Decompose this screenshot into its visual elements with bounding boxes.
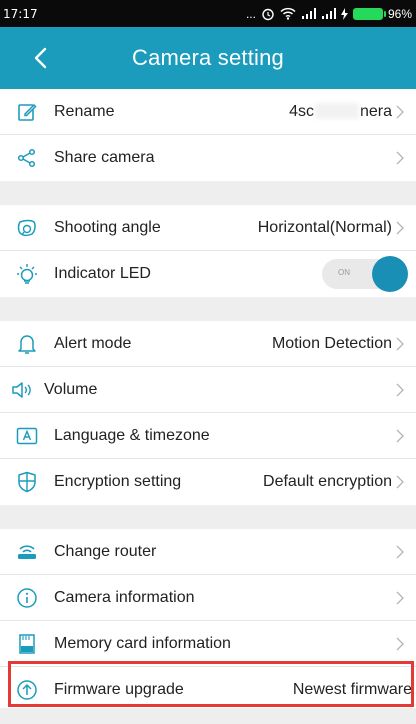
back-button[interactable]: [26, 41, 54, 75]
row-alert-mode[interactable]: Alert mode Motion Detection: [0, 321, 416, 367]
bottom-spacer: [0, 708, 416, 724]
page-title: Camera setting: [132, 45, 284, 70]
row-shooting-angle[interactable]: Shooting angle Horizontal(Normal): [0, 205, 416, 251]
row-value: Motion Detection: [271, 334, 392, 352]
row-label: Camera information: [54, 588, 195, 606]
status-bar: 17:17 ... 96%: [0, 0, 416, 27]
chevron-right-icon: [396, 575, 410, 621]
app-header: Camera setting: [0, 27, 416, 89]
row-encryption-setting[interactable]: Encryption setting Default encryption: [0, 459, 416, 505]
chevron-right-icon: [396, 529, 410, 575]
row-value: Default encryption: [263, 473, 392, 490]
upgrade-icon: [0, 667, 54, 713]
settings-group-basic: Rename 4sc nera Share camera: [0, 89, 416, 181]
chevron-right-icon: [396, 413, 410, 459]
row-label: Rename: [54, 102, 115, 120]
row-label: Share camera: [54, 149, 155, 166]
wifi-icon: [280, 7, 296, 20]
signal-icon-1: [301, 7, 316, 20]
toggle-knob: [372, 256, 408, 292]
row-label: Alert mode: [54, 334, 132, 352]
edit-icon: [0, 89, 54, 135]
info-icon: [0, 575, 54, 621]
toggle-label: ON: [338, 268, 350, 277]
sd-card-icon: [0, 621, 54, 667]
group-divider: [0, 297, 416, 321]
shield-icon: [0, 459, 54, 505]
alarm-icon: [261, 7, 275, 21]
row-memory-card-information[interactable]: Memory card information: [0, 621, 416, 667]
group-divider: [0, 181, 416, 205]
row-value: Newest firmware: [292, 681, 412, 698]
settings-group-device: Change router Camera information Memory …: [0, 529, 416, 713]
speaker-icon: [0, 367, 44, 413]
angle-icon: [0, 205, 54, 251]
battery-icon: [352, 7, 386, 20]
camera-name-value: 4sc nera: [289, 102, 392, 120]
indicator-led-toggle[interactable]: ON: [322, 256, 408, 292]
chevron-right-icon: [396, 135, 410, 181]
chevron-right-icon: [396, 621, 410, 667]
status-icons: ... 96%: [246, 7, 412, 21]
status-dots: ...: [245, 6, 256, 21]
router-icon: [0, 529, 54, 575]
row-rename[interactable]: Rename 4sc nera: [0, 89, 416, 135]
chevron-right-icon: [396, 89, 410, 135]
row-indicator-led: Indicator LED ON: [0, 251, 416, 297]
row-label: Memory card information: [54, 634, 231, 652]
row-camera-information[interactable]: Camera information: [0, 575, 416, 621]
row-label: Language & timezone: [54, 426, 210, 444]
charging-icon: [340, 7, 348, 20]
row-label: Encryption setting: [54, 473, 182, 490]
chevron-right-icon: [396, 367, 410, 413]
settings-list: Rename 4sc nera Share camera Shooting ang…: [0, 89, 416, 713]
row-label: Change router: [54, 542, 157, 560]
row-label: Volume: [44, 380, 98, 398]
row-label: Shooting angle: [54, 218, 161, 236]
status-time: 17:17: [3, 6, 38, 21]
row-share-camera[interactable]: Share camera: [0, 135, 416, 181]
bell-icon: [0, 321, 54, 367]
chevron-right-icon: [396, 321, 410, 367]
row-label: Indicator LED: [54, 265, 151, 282]
settings-group-alerts: Alert mode Motion Detection Volume Langu…: [0, 321, 416, 505]
row-value: Horizontal(Normal): [257, 218, 392, 236]
language-icon: [0, 413, 54, 459]
signal-icon-2: [321, 7, 336, 20]
chevron-left-icon: [34, 47, 47, 69]
row-change-router[interactable]: Change router: [0, 529, 416, 575]
chevron-right-icon: [396, 459, 410, 505]
battery-percent: 96%: [387, 6, 412, 21]
row-firmware-upgrade[interactable]: Firmware upgrade Newest firmware: [0, 667, 416, 713]
row-volume[interactable]: Volume: [0, 367, 416, 413]
row-label: Firmware upgrade: [54, 681, 184, 698]
chevron-right-icon: [396, 205, 410, 251]
share-icon: [0, 135, 54, 181]
row-language-timezone[interactable]: Language & timezone: [0, 413, 416, 459]
led-icon: [0, 251, 54, 297]
settings-group-display: Shooting angle Horizontal(Normal) Indica…: [0, 205, 416, 297]
group-divider: [0, 505, 416, 529]
